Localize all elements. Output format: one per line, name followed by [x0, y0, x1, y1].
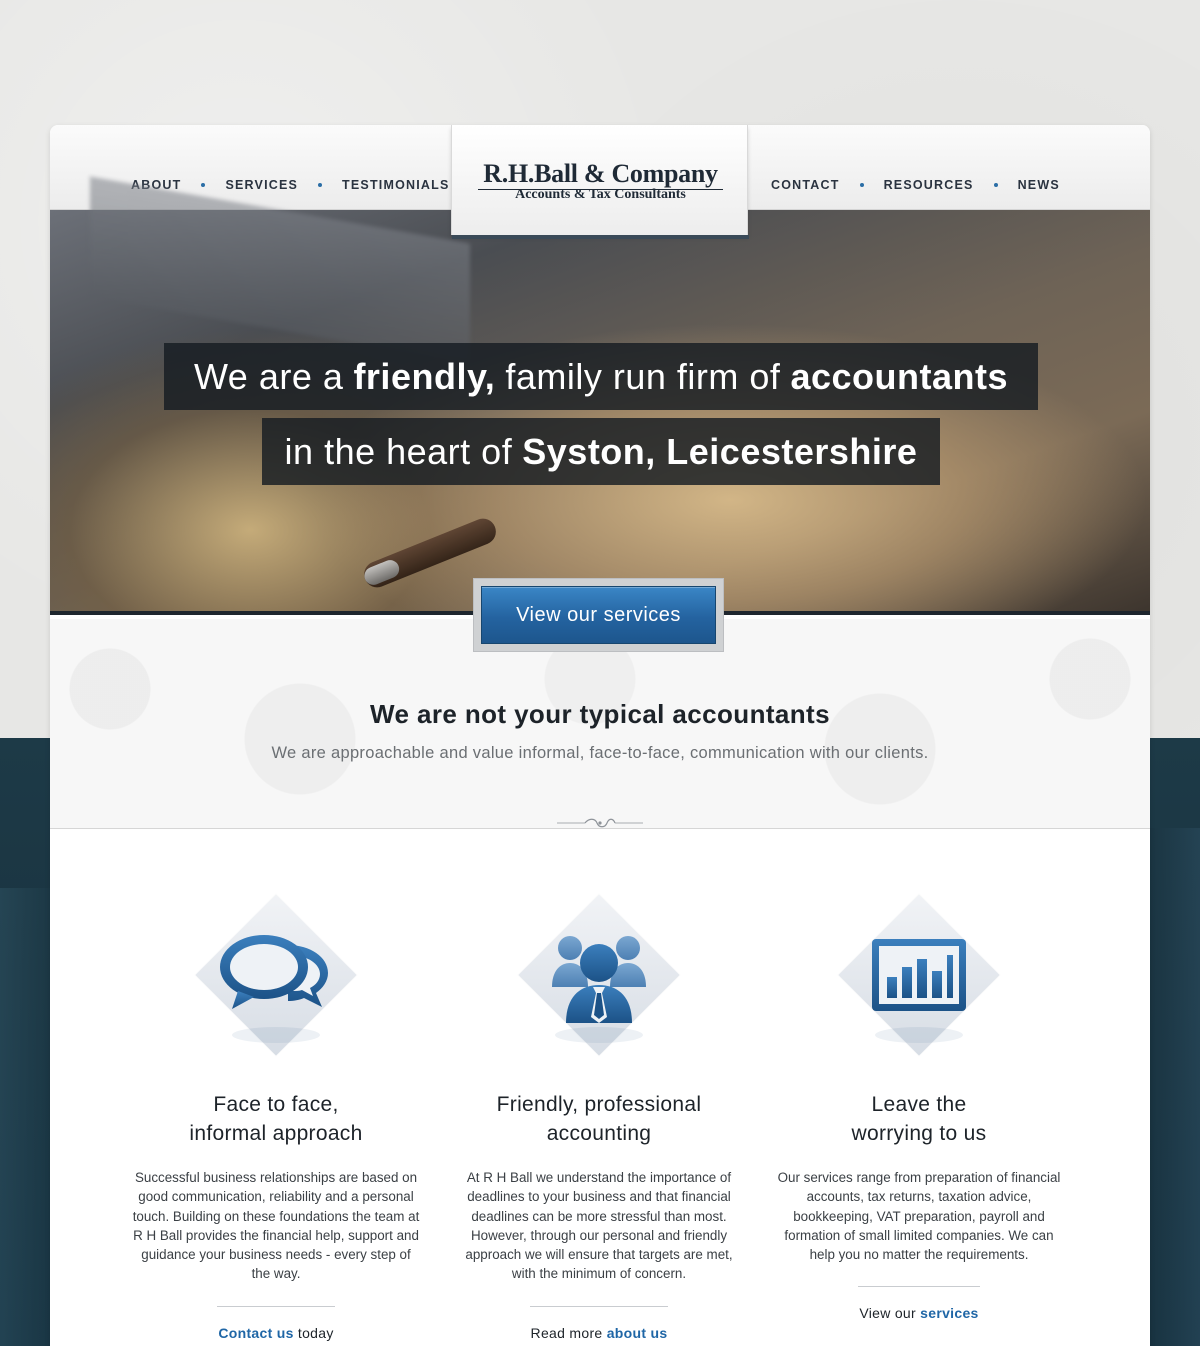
nav-separator-dot	[993, 183, 998, 187]
feature-title: Face to face, informal approach	[126, 1090, 426, 1148]
nav-separator-dot	[201, 183, 206, 187]
nav-testimonials[interactable]: TESTIMONIALS	[342, 178, 449, 192]
nav-contact[interactable]: CONTACT	[771, 178, 840, 192]
feature-description: Our services range from preparation of f…	[777, 1170, 1061, 1263]
feature-icon-container	[838, 894, 1000, 1056]
hero-text: in the heart of	[284, 430, 513, 472]
feature-title-line1: Face to face,	[213, 1093, 339, 1116]
main-nav-left: ABOUT SERVICES TESTIMONIALS	[131, 178, 450, 192]
feature-link-line: Read more about us	[449, 1325, 749, 1341]
feature-link-line: View our services	[769, 1305, 1069, 1321]
feature-divider	[217, 1305, 335, 1307]
view-services-button[interactable]: View our services	[481, 586, 716, 644]
nav-separator-dot	[318, 183, 323, 187]
feature-title: Leave the worrying to us	[769, 1090, 1069, 1148]
hero-text-bold: Syston, Leicestershire	[522, 430, 918, 472]
feature-title-line1: Friendly, professional	[496, 1093, 702, 1116]
link-prefix: View our	[859, 1305, 921, 1322]
flourish-divider-icon	[557, 818, 643, 828]
logo-subtitle: Accounts & Tax Consultants	[515, 187, 686, 202]
feature-leave-worrying: Leave the worrying to us Our services ra…	[769, 894, 1069, 1321]
nav-news[interactable]: NEWS	[1018, 178, 1060, 192]
bar-chart-icon	[872, 939, 966, 1043]
feature-icon-container	[518, 894, 680, 1056]
cta-frame: View our services	[473, 578, 724, 652]
hero-text: family run firm of	[505, 355, 781, 397]
feature-divider	[530, 1305, 668, 1307]
tagline-title: We are not your typical accountants	[370, 699, 830, 729]
nav-services[interactable]: SERVICES	[225, 178, 298, 192]
tagline-subtitle: We are approachable and value informal, …	[271, 744, 929, 762]
contact-us-link[interactable]: Contact us	[218, 1325, 293, 1341]
hero-text-bold: friendly,	[353, 355, 496, 397]
feature-title-line1: Leave the	[871, 1093, 967, 1116]
about-us-link[interactable]: about us	[607, 1325, 668, 1341]
feature-face-to-face: Face to face, informal approach Successf…	[126, 894, 426, 1341]
feature-icon-container	[195, 894, 357, 1056]
feature-title-line2: accounting	[546, 1122, 652, 1145]
feature-title-line2: informal approach	[189, 1122, 363, 1145]
services-link[interactable]: services	[920, 1305, 978, 1321]
feature-description: Successful business relationships are ba…	[132, 1170, 420, 1282]
nav-resources[interactable]: RESOURCES	[884, 178, 974, 192]
logo-link[interactable]: R.H.Ball & Company Accounts & Tax Consul…	[451, 125, 749, 239]
hero-text-bold: accountants	[790, 355, 1009, 397]
hero-headline-line2: in the heart of Syston, Leicestershire	[262, 418, 940, 485]
feature-divider	[858, 1286, 980, 1288]
site-card: ABOUT SERVICES TESTIMONIALS CONTACT RESO…	[50, 125, 1150, 1346]
hero-banner: We are a friendly, family run firm of ac…	[50, 176, 1150, 615]
logo-name: R.H.Ball & Company	[483, 159, 718, 188]
link-prefix: Read more	[530, 1324, 607, 1341]
feature-link-line: Contact us today	[126, 1325, 426, 1341]
feature-title: Friendly, professional accounting	[449, 1090, 749, 1148]
feature-title-line2: worrying to us	[851, 1122, 987, 1145]
speech-bubbles-icon	[220, 935, 328, 1043]
nav-separator-dot	[859, 183, 864, 187]
link-suffix: today	[293, 1324, 334, 1341]
main-nav-right: CONTACT RESOURCES NEWS	[771, 178, 1060, 192]
feature-description: At R H Ball we understand the importance…	[465, 1170, 733, 1282]
hero-headline-line1: We are a friendly, family run firm of ac…	[164, 343, 1038, 410]
feature-friendly-professional: Friendly, professional accounting At R H…	[449, 894, 749, 1341]
hero-text: We are a	[193, 355, 344, 397]
team-icon	[552, 936, 646, 1043]
